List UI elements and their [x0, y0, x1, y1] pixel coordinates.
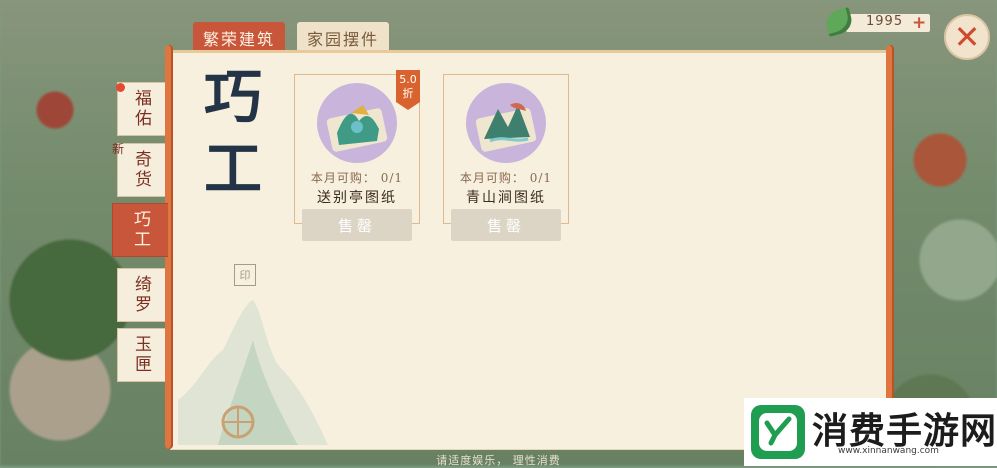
- scroll-rod-right: [886, 45, 894, 449]
- leaf-coin-icon: [823, 7, 855, 37]
- seal-stamp-icon: 印: [234, 264, 256, 286]
- category-qihuo[interactable]: 奇货: [117, 143, 165, 197]
- mountain-blueprint-icon: [475, 103, 537, 152]
- category-label: 玉匣: [131, 335, 151, 375]
- category-label: 福佑: [131, 89, 151, 129]
- category-label: 巧工: [130, 210, 150, 250]
- category-fuyou[interactable]: 福佑: [117, 82, 165, 136]
- scroll-top-edge: [168, 50, 890, 53]
- category-label: 奇货: [131, 150, 151, 190]
- mountain-decoration-icon: [178, 300, 328, 445]
- item-purchase-limit: 本月可购： 0/1: [459, 171, 553, 185]
- add-currency-button[interactable]: +: [912, 13, 926, 33]
- currency-display: 1995 +: [823, 7, 930, 37]
- category-title: 巧工: [194, 66, 262, 210]
- category-qiluo[interactable]: 绮罗: [117, 268, 165, 322]
- sold-out-button[interactable]: 售罄: [451, 209, 561, 241]
- category-yuxia[interactable]: 玉匣: [117, 328, 165, 382]
- item-image-scroll-icon: [466, 83, 546, 163]
- currency-value: 1995: [866, 14, 904, 29]
- notification-dot-icon: [116, 83, 125, 92]
- discount-badge: 5.0折: [399, 73, 417, 100]
- category-qiaogong[interactable]: 巧工: [112, 203, 168, 257]
- category-label: 绮罗: [131, 275, 151, 315]
- watermark-url: www.xinnanwang.com: [838, 446, 939, 456]
- close-icon: ✕: [953, 18, 981, 56]
- watermark-logo-icon: [751, 405, 805, 459]
- close-button[interactable]: ✕: [944, 14, 990, 60]
- item-name: 青山涧图纸: [466, 190, 546, 206]
- item-name: 送别亭图纸: [317, 190, 397, 206]
- new-tag: 新: [112, 142, 125, 156]
- item-image-scroll-icon: [317, 83, 397, 163]
- pavilion-blueprint-icon: [326, 105, 388, 152]
- item-purchase-limit: 本月可购： 0/1: [310, 171, 404, 185]
- item-card-qingshanjian[interactable]: 本月可购： 0/1 青山涧图纸: [443, 74, 569, 224]
- sold-out-button[interactable]: 售罄: [302, 209, 412, 241]
